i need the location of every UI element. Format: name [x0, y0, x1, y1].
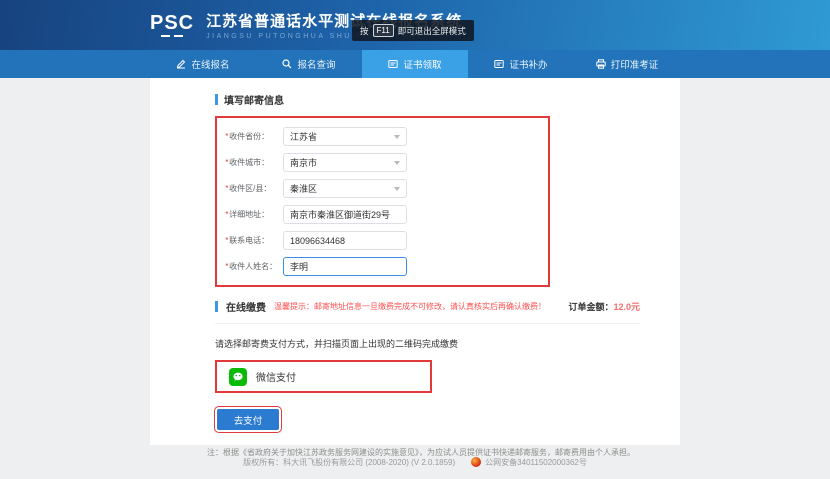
edit-icon [176, 59, 186, 69]
fullscreen-tip-suffix: 即可退出全屏模式 [398, 25, 466, 37]
wechat-pay-option[interactable]: 微信支付 [215, 360, 432, 393]
nav-bar: 在线报名 报名查询 证书领取 证书补办 打印准考证 [0, 50, 830, 78]
chevron-down-icon [394, 161, 400, 165]
required-marker: * [225, 236, 228, 245]
wechat-icon [229, 368, 247, 386]
mail-form-highlight-box: *收件省份： 江苏省 *收件城市： 南京市 *收件区/县： 秦淮区 [215, 116, 550, 287]
required-marker: * [225, 132, 228, 141]
tab-label: 打印准考证 [611, 57, 659, 71]
tab-label: 在线报名 [191, 57, 229, 71]
printer-icon [596, 59, 606, 69]
security-record-link[interactable]: 公网安备34011502000362号 [471, 457, 587, 468]
public-security-badge-icon [471, 457, 481, 467]
copyright-text: 版权所有：科大讯飞股份有限公司 (2008-2020) (V 2.0.1859) [243, 457, 455, 468]
form-row-district: *收件区/县： 秦淮区 [225, 179, 548, 198]
payment-instruction: 请选择邮寄费支付方式，并扫描页面上出现的二维码完成缴费 [215, 337, 640, 350]
tab-print-admission-ticket[interactable]: 打印准考证 [574, 50, 680, 78]
province-value: 江苏省 [290, 130, 317, 143]
order-amount-value: 12.0元 [613, 302, 640, 312]
payment-section-title: 在线缴费 [226, 299, 266, 314]
chevron-down-icon [394, 187, 400, 191]
district-select[interactable]: 秦淮区 [283, 179, 407, 198]
certificate-icon [388, 59, 398, 69]
content-card: 填写邮寄信息 *收件省份： 江苏省 *收件城市： 南京市 *收件区/县： [150, 78, 680, 445]
field-label: 详细地址： [229, 210, 269, 219]
tab-label: 报名查询 [297, 57, 335, 71]
form-row-province: *收件省份： 江苏省 [225, 127, 548, 146]
required-marker: * [225, 262, 228, 271]
psc-logo-dashes [161, 35, 183, 37]
required-marker: * [225, 158, 228, 167]
field-label: 联系电话： [229, 236, 269, 245]
psc-logo-text: PSC [150, 13, 194, 33]
tab-label: 证书领取 [403, 57, 441, 71]
field-label: 收件区/县： [229, 184, 271, 193]
tab-certificate-collection[interactable]: 证书领取 [362, 50, 468, 78]
form-row-phone: *联系电话： [225, 231, 548, 250]
field-label: 收件城市： [229, 158, 269, 167]
recipient-name-input[interactable] [283, 257, 407, 276]
header: PSC 江苏省普通话水平测试在线报名系统 JIANGSU PUTONGHUA S… [0, 0, 830, 50]
section-bar [215, 94, 218, 105]
tab-certificate-reissue[interactable]: 证书补办 [468, 50, 574, 78]
fullscreen-tip-prefix: 按 [360, 25, 369, 37]
tab-registration-query[interactable]: 报名查询 [256, 50, 362, 78]
city-select[interactable]: 南京市 [283, 153, 407, 172]
order-amount: 订单金额：12.0元 [568, 300, 640, 313]
field-label: 收件人姓名： [229, 262, 277, 271]
fullscreen-tooltip: 按 F11 即可退出全屏模式 [352, 20, 474, 41]
pay-button-highlight: 去支付 [217, 409, 279, 430]
required-marker: * [225, 210, 228, 219]
required-marker: * [225, 184, 228, 193]
district-value: 秦淮区 [290, 182, 317, 195]
form-row-city: *收件城市： 南京市 [225, 153, 548, 172]
psc-logo: PSC [150, 13, 194, 37]
tab-label: 证书补办 [509, 57, 547, 71]
province-select[interactable]: 江苏省 [283, 127, 407, 146]
security-record-text: 公网安备34011502000362号 [485, 457, 587, 468]
go-pay-button[interactable]: 去支付 [217, 409, 279, 430]
payment-section-header: 在线缴费 温馨提示：邮寄地址信息一旦缴费完成不可修改，请认真核实后再确认缴费！ … [215, 299, 640, 324]
form-row-recipient-name: *收件人姓名： [225, 257, 548, 276]
certificate-reissue-icon [494, 59, 504, 69]
mail-section-title: 填写邮寄信息 [215, 92, 640, 107]
section-bar [215, 301, 218, 312]
main-area: 填写邮寄信息 *收件省份： 江苏省 *收件城市： 南京市 *收件区/县： [0, 78, 830, 445]
phone-input[interactable] [283, 231, 407, 250]
order-amount-label: 订单金额： [568, 302, 613, 312]
payment-warning-text: 温馨提示：邮寄地址信息一旦缴费完成不可修改，请认真核实后再确认缴费！ [274, 301, 546, 312]
city-value: 南京市 [290, 156, 317, 169]
chevron-down-icon [394, 135, 400, 139]
form-row-address: *详细地址： [225, 205, 548, 224]
wechat-pay-label: 微信支付 [256, 369, 296, 384]
search-icon [282, 59, 292, 69]
tab-online-registration[interactable]: 在线报名 [150, 50, 256, 78]
field-label: 收件省份： [229, 132, 269, 141]
f11-keycap: F11 [373, 24, 394, 37]
address-input[interactable] [283, 205, 407, 224]
